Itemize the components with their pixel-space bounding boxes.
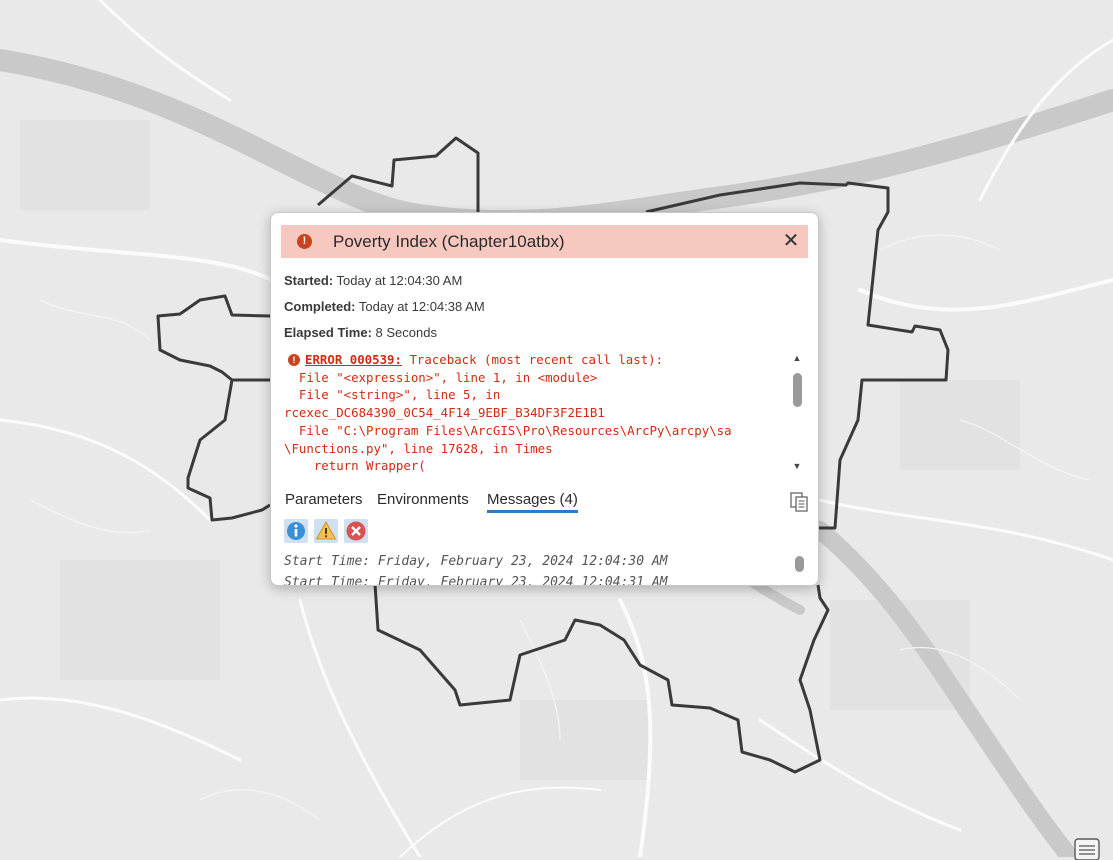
geoprocessing-result-popup: ! Poverty Index (Chapter10atbx) ✕ Starte… [270,212,819,586]
error-line: File "C:\Program Files\ArcGIS\Pro\Resour… [284,422,732,438]
messages-scrollbar[interactable] [793,553,805,583]
message-line: Start Time: Friday, February 23, 2024 12… [284,575,668,585]
started-value: Today at 12:04:30 AM [336,273,463,288]
attribute-table-icon[interactable] [1072,836,1102,860]
completed-value: Today at 12:04:38 AM [358,299,485,314]
error-scrollbar[interactable]: ▲ ▼ [791,353,803,473]
error-head: Traceback (most recent call last): [401,352,664,367]
messages-list[interactable]: Start Time: Friday, February 23, 2024 12… [284,551,789,585]
tab-parameters[interactable]: Parameters [285,491,363,508]
started-row: Started: Today at 12:04:30 AM [284,273,462,288]
error-line: return Wrapper( [284,458,426,473]
tab-environments[interactable]: Environments [377,491,469,508]
copy-icon[interactable] [789,491,809,513]
error-code-link[interactable]: ERROR 000539: [305,352,402,367]
error-status-icon: ! [297,234,312,249]
error-line: File "<string>", line 5, in [284,387,501,403]
error-line: File "<expression>", line 1, in <module> [284,369,598,385]
error-text: ERROR 000539: Traceback (most recent cal… [284,351,732,473]
error-line: \Functions.py", line 17628, in Times [284,440,553,456]
tab-messages[interactable]: Messages (4) [487,491,578,513]
elapsed-row: Elapsed Time: 8 Seconds [284,325,437,340]
messages-scroll-thumb[interactable] [795,556,804,572]
elapsed-value: 8 Seconds [375,325,437,340]
started-label: Started: [284,273,334,288]
info-filter-icon[interactable] [284,519,308,543]
elapsed-label: Elapsed Time: [284,325,372,340]
message-line: Start Time: Friday, February 23, 2024 12… [284,554,668,569]
scroll-down-arrow-icon[interactable]: ▼ [791,461,803,471]
close-button[interactable]: ✕ [780,230,802,252]
scroll-thumb[interactable] [793,373,802,407]
completed-label: Completed: [284,299,356,314]
scroll-up-arrow-icon[interactable]: ▲ [791,353,803,363]
error-message-box[interactable]: ! ERROR 000539: Traceback (most recent c… [284,351,782,473]
warning-filter-icon[interactable] [314,519,338,543]
tool-title: Poverty Index (Chapter10atbx) [333,232,565,251]
completed-row: Completed: Today at 12:04:38 AM [284,299,485,314]
popup-header: ! Poverty Index (Chapter10atbx) ✕ [281,225,808,258]
error-line: rcexec_DC684390_0C54_4F14_9EBF_B34DF3F2E… [284,405,605,421]
error-filter-icon[interactable] [344,519,368,543]
